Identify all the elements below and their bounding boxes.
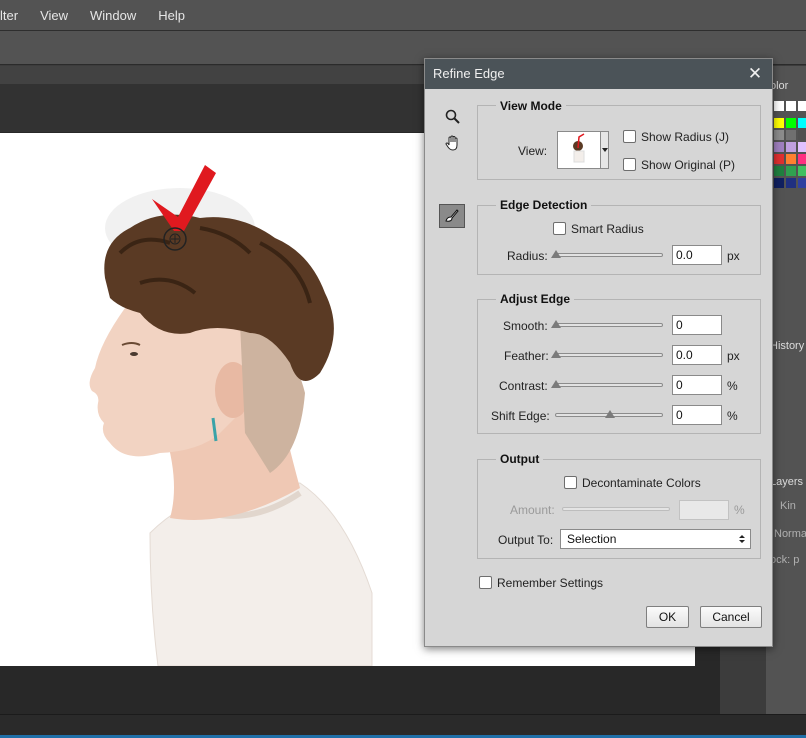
- amount-label: Amount:: [510, 503, 555, 517]
- swatch[interactable]: [774, 130, 784, 140]
- swatch[interactable]: [786, 118, 796, 128]
- feather-slider-thumb[interactable]: [551, 350, 561, 358]
- show-radius-label: Show Radius (J): [641, 130, 730, 144]
- feather-slider-track[interactable]: [555, 353, 663, 357]
- status-bar: [0, 714, 806, 738]
- swatch[interactable]: [798, 178, 806, 188]
- amount-field: [679, 500, 729, 520]
- layer-kind-filter[interactable]: Kin: [780, 500, 796, 512]
- zoom-tool-icon[interactable]: [440, 105, 466, 129]
- swatch[interactable]: [798, 154, 806, 164]
- shift-edge-slider-thumb[interactable]: [605, 410, 615, 418]
- lock-label: ock: p: [770, 554, 800, 566]
- view-mode-thumbnail[interactable]: [557, 131, 601, 169]
- amount-unit: %: [734, 503, 745, 517]
- view-label: View:: [518, 144, 548, 158]
- radius-slider-track[interactable]: [555, 253, 663, 257]
- remember-settings-checkbox[interactable]: [479, 576, 492, 589]
- shift-edge-unit: %: [727, 409, 738, 423]
- swatch[interactable]: [798, 130, 806, 140]
- close-icon[interactable]: ✕: [746, 59, 764, 89]
- radius-slider-thumb[interactable]: [551, 250, 561, 258]
- menu-filter[interactable]: lter: [0, 8, 28, 23]
- menu-bar: lter View Window Help: [0, 0, 806, 31]
- history-panel-label: History: [770, 340, 805, 352]
- output-to-select[interactable]: Selection: [560, 529, 751, 549]
- swatch[interactable]: [774, 118, 784, 128]
- swatch[interactable]: [774, 178, 784, 188]
- show-original-checkbox[interactable]: [623, 158, 636, 171]
- show-radius-checkbox[interactable]: [623, 130, 636, 143]
- swatch[interactable]: [798, 118, 806, 128]
- contrast-field[interactable]: 0: [672, 375, 722, 395]
- amount-slider-track: [562, 507, 670, 511]
- shift-edge-field[interactable]: 0: [672, 405, 722, 425]
- refine-edge-dialog: Refine Edge ✕ View Mode View: Show Radiu…: [424, 58, 773, 647]
- smooth-slider-thumb[interactable]: [551, 320, 561, 328]
- remember-settings-label: Remember Settings: [497, 576, 604, 590]
- smart-radius-label: Smart Radius: [571, 222, 644, 236]
- layers-panel-label: Layers: [770, 476, 804, 488]
- swatch[interactable]: [786, 130, 796, 140]
- adjust-edge-title: Adjust Edge: [496, 292, 575, 306]
- swatch[interactable]: [798, 142, 806, 152]
- radius-field[interactable]: 0.0: [672, 245, 722, 265]
- select-arrows-icon: [739, 535, 745, 543]
- swatch[interactable]: [774, 142, 784, 152]
- swatch[interactable]: [786, 166, 796, 176]
- contrast-unit: %: [727, 379, 738, 393]
- output-to-label: Output To:: [498, 533, 554, 547]
- output-to-value: Selection: [567, 532, 617, 546]
- menu-view[interactable]: View: [40, 8, 78, 23]
- swatch[interactable]: [774, 154, 784, 164]
- radius-unit: px: [727, 249, 740, 263]
- swatch[interactable]: [774, 166, 784, 176]
- cancel-button[interactable]: Cancel: [700, 606, 762, 628]
- output-title: Output: [496, 452, 544, 466]
- dialog-title: Refine Edge: [425, 59, 772, 89]
- swatch[interactable]: [798, 101, 806, 111]
- swatch[interactable]: [786, 154, 796, 164]
- decontaminate-checkbox[interactable]: [564, 476, 577, 489]
- smooth-field[interactable]: 0: [672, 315, 722, 335]
- swatch[interactable]: [798, 166, 806, 176]
- swatch[interactable]: [774, 101, 784, 111]
- contrast-slider-thumb[interactable]: [551, 380, 561, 388]
- radius-label: Radius:: [507, 249, 548, 263]
- swatch[interactable]: [786, 178, 796, 188]
- swatch[interactable]: [786, 142, 796, 152]
- smooth-label: Smooth:: [503, 319, 548, 333]
- refine-radius-tool-icon[interactable]: [439, 204, 465, 228]
- hand-tool-icon[interactable]: [440, 131, 466, 155]
- swatch[interactable]: [786, 101, 796, 111]
- blend-mode-select[interactable]: Norma: [774, 528, 806, 540]
- view-mode-title: View Mode: [496, 99, 566, 113]
- ok-button[interactable]: OK: [646, 606, 689, 628]
- edge-detection-title: Edge Detection: [496, 198, 592, 212]
- feather-unit: px: [727, 349, 740, 363]
- decontaminate-label: Decontaminate Colors: [582, 476, 701, 490]
- show-original-label: Show Original (P): [641, 158, 736, 172]
- menu-help[interactable]: Help: [158, 8, 195, 23]
- smart-radius-checkbox[interactable]: [553, 222, 566, 235]
- contrast-label: Contrast:: [499, 379, 548, 393]
- smooth-slider-track[interactable]: [555, 323, 663, 327]
- contrast-slider-track[interactable]: [555, 383, 663, 387]
- feather-label: Feather:: [504, 349, 549, 363]
- menu-window[interactable]: Window: [90, 8, 146, 23]
- view-mode-dropdown[interactable]: [601, 131, 609, 169]
- shift-edge-label: Shift Edge:: [491, 409, 550, 423]
- feather-field[interactable]: 0.0: [672, 345, 722, 365]
